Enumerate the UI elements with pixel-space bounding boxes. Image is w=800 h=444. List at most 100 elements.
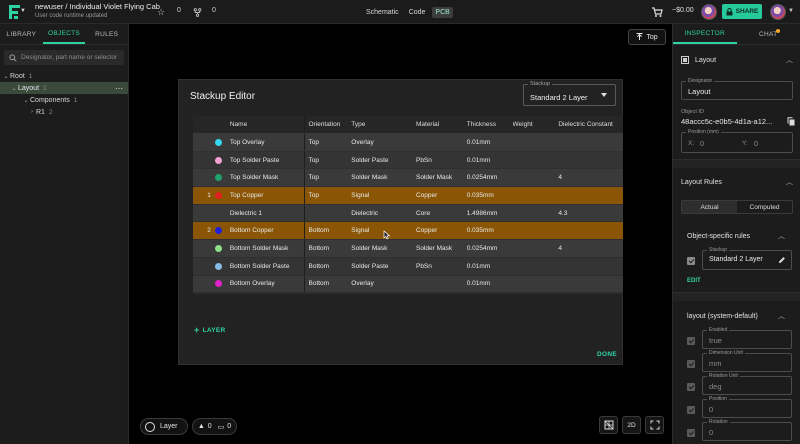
- view-2d-button[interactable]: 2D: [622, 416, 641, 434]
- project-title[interactable]: newuser / Individual Violet Flying Cab: [35, 2, 160, 11]
- mouse-cursor-icon: [383, 230, 391, 240]
- tab-inspector[interactable]: INSPECTOR: [673, 24, 737, 44]
- stackup-select[interactable]: Stackup Standard 2 Layer: [523, 81, 616, 106]
- pos-x-label: X:: [688, 140, 695, 147]
- tab-objects[interactable]: OBJECTS: [42, 24, 86, 44]
- collapse-chevron-icon[interactable]: ︿: [786, 177, 793, 187]
- stackup-rule-value: Standard 2 Layer: [709, 256, 763, 263]
- user-menu-chevron-icon[interactable]: ▼: [788, 8, 794, 14]
- dim-unit-checkbox[interactable]: [687, 360, 695, 368]
- grid-toggle-button[interactable]: [599, 416, 618, 434]
- logo-menu-chevron-icon[interactable]: ▼: [20, 8, 26, 14]
- tree-item-label: Layout: [18, 84, 40, 92]
- pencil-edit-icon[interactable]: [778, 256, 786, 264]
- add-layer-button[interactable]: + LAYER: [194, 325, 226, 335]
- layer-color-swatch[interactable]: [214, 280, 222, 288]
- expand-chevron-icon[interactable]: ⌄: [22, 97, 30, 104]
- tab-code[interactable]: Code: [406, 7, 429, 18]
- fullscreen-button[interactable]: [645, 416, 664, 434]
- layer-color-swatch[interactable]: [214, 227, 222, 235]
- collapse-chevron-icon[interactable]: ︿: [778, 231, 785, 241]
- rotation-unit-checkbox[interactable]: [687, 383, 695, 391]
- fork-icon[interactable]: [193, 5, 202, 19]
- table-row[interactable]: 2 Bottom Copper Bottom Signal Copper 0.035mm: [193, 222, 623, 241]
- left-panel: LIBRARY OBJECTS RULES ⌄ Root 1 ⌄ Layout …: [0, 24, 129, 444]
- expand-chevron-icon[interactable]: ⌄: [2, 73, 10, 80]
- rotation-value: 0: [709, 428, 714, 437]
- computed-toggle[interactable]: Computed: [737, 201, 792, 213]
- table-row[interactable]: Bottom Solder Mask Bottom Solder Mask Solde…: [193, 240, 623, 258]
- layer-color-icon: [145, 421, 155, 432]
- row-type: Overlay: [351, 280, 374, 288]
- diagnostics-pill[interactable]: ▲ 0 ▭ 0: [192, 418, 237, 435]
- row-dielectric-constant: 4.3: [558, 209, 568, 217]
- user-avatar[interactable]: [770, 4, 786, 20]
- share-button[interactable]: SHARE: [722, 4, 762, 19]
- tab-chat-label: CHAT: [759, 30, 778, 38]
- tab-library[interactable]: LIBRARY: [0, 24, 43, 44]
- table-row[interactable]: Bottom Overlay Bottom Overlay 0.01mm: [193, 275, 623, 294]
- layout-section-header[interactable]: Layout ︿: [673, 50, 800, 70]
- layer-color-swatch[interactable]: [214, 262, 222, 270]
- table-header: Name Orientation Type Material Thickness…: [193, 116, 623, 134]
- tab-pcb[interactable]: PCB: [432, 6, 453, 18]
- position-field: Position (mm) X: 0 Y: 0: [681, 129, 793, 153]
- tree-item-label: Components: [30, 96, 70, 104]
- object-rules-header[interactable]: Object-specific rules ︿: [679, 226, 799, 246]
- layer-color-swatch[interactable]: [214, 156, 222, 164]
- stackup-rule-field[interactable]: Stackup Standard 2 Layer: [702, 247, 792, 270]
- tab-rules[interactable]: RULES: [85, 24, 128, 44]
- search-input[interactable]: [21, 54, 121, 61]
- tree-item-root[interactable]: ⌄ Root 1: [0, 70, 128, 82]
- expand-chevron-icon[interactable]: ⌄: [10, 85, 18, 92]
- row-name: Dielectric 1: [230, 204, 305, 222]
- tree-item-layout[interactable]: ⌄ Layout 1 ⋯: [0, 82, 128, 94]
- row-material: Solder Mask: [415, 244, 453, 252]
- rotation-label: Rotation: [707, 419, 730, 425]
- dimension-unit-label: Dimension Unit: [707, 350, 745, 356]
- board-side-button[interactable]: Top: [628, 29, 666, 45]
- tree-item-components[interactable]: ⌄ Components 1: [0, 94, 128, 106]
- layer-color-swatch[interactable]: [214, 174, 222, 182]
- collaborator-avatar[interactable]: [701, 4, 717, 20]
- done-button[interactable]: DONE: [597, 351, 617, 358]
- layer-color-swatch[interactable]: [214, 138, 222, 146]
- table-row[interactable]: Bottom Solder Paste Bottom Solder Paste PbS…: [193, 257, 623, 276]
- rotation-unit-value: deg: [709, 382, 722, 391]
- collapse-chevron-icon[interactable]: ︿: [786, 55, 793, 65]
- table-row[interactable]: Top Solder Paste Top Solder Paste PbSn 0.01m…: [193, 151, 623, 170]
- more-options-icon[interactable]: ⋯: [115, 84, 123, 93]
- copy-icon[interactable]: [787, 117, 795, 126]
- row-type: Signal: [351, 191, 370, 199]
- enabled-checkbox[interactable]: [687, 337, 695, 345]
- rotation-checkbox[interactable]: [687, 429, 695, 437]
- table-row[interactable]: Dielectric 1 Dielectric Core 1.4986mm 4.3: [193, 204, 623, 223]
- edit-rules-link[interactable]: EDIT: [687, 278, 701, 284]
- stackup-rule-checkbox[interactable]: [687, 257, 695, 265]
- tab-chat[interactable]: CHAT: [737, 24, 800, 44]
- mode-tabs: Schematic Code PCB: [363, 5, 453, 19]
- table-row[interactable]: Top Solder Mask Top Solder Mask Solder Mask…: [193, 169, 623, 188]
- table-row[interactable]: 1 Top Copper Top Signal Copper 0.035mm: [193, 187, 623, 205]
- tree-item-label: Root: [10, 72, 25, 80]
- account-balance[interactable]: ~$0.00: [672, 7, 694, 14]
- position-checkbox[interactable]: [687, 406, 695, 414]
- row-material: PbSn: [415, 156, 432, 164]
- star-icon[interactable]: ☆: [157, 5, 165, 19]
- collapse-chevron-icon[interactable]: ›: [28, 109, 36, 115]
- layer-color-swatch[interactable]: [214, 191, 222, 199]
- object-rules-title: Object-specific rules: [687, 232, 751, 240]
- actual-toggle[interactable]: Actual: [682, 201, 737, 213]
- row-name: Bottom Solder Paste: [230, 257, 305, 275]
- tree-item-r1[interactable]: › R1 2: [0, 106, 128, 118]
- cart-icon[interactable]: [651, 6, 663, 18]
- table-row[interactable]: Top Overlay Top Overlay 0.01mm: [193, 134, 623, 152]
- system-default-header[interactable]: layout (system-default) ︿: [679, 306, 799, 326]
- layout-rules-header[interactable]: Layout Rules ︿: [673, 172, 800, 192]
- layer-color-swatch[interactable]: [214, 244, 222, 252]
- layer-selector-button[interactable]: Layer: [140, 418, 188, 435]
- collapse-chevron-icon[interactable]: ︿: [778, 311, 785, 321]
- tab-schematic[interactable]: Schematic: [363, 7, 402, 18]
- warning-count: 0: [207, 423, 212, 430]
- designator-field[interactable]: Designator Layout: [681, 78, 793, 100]
